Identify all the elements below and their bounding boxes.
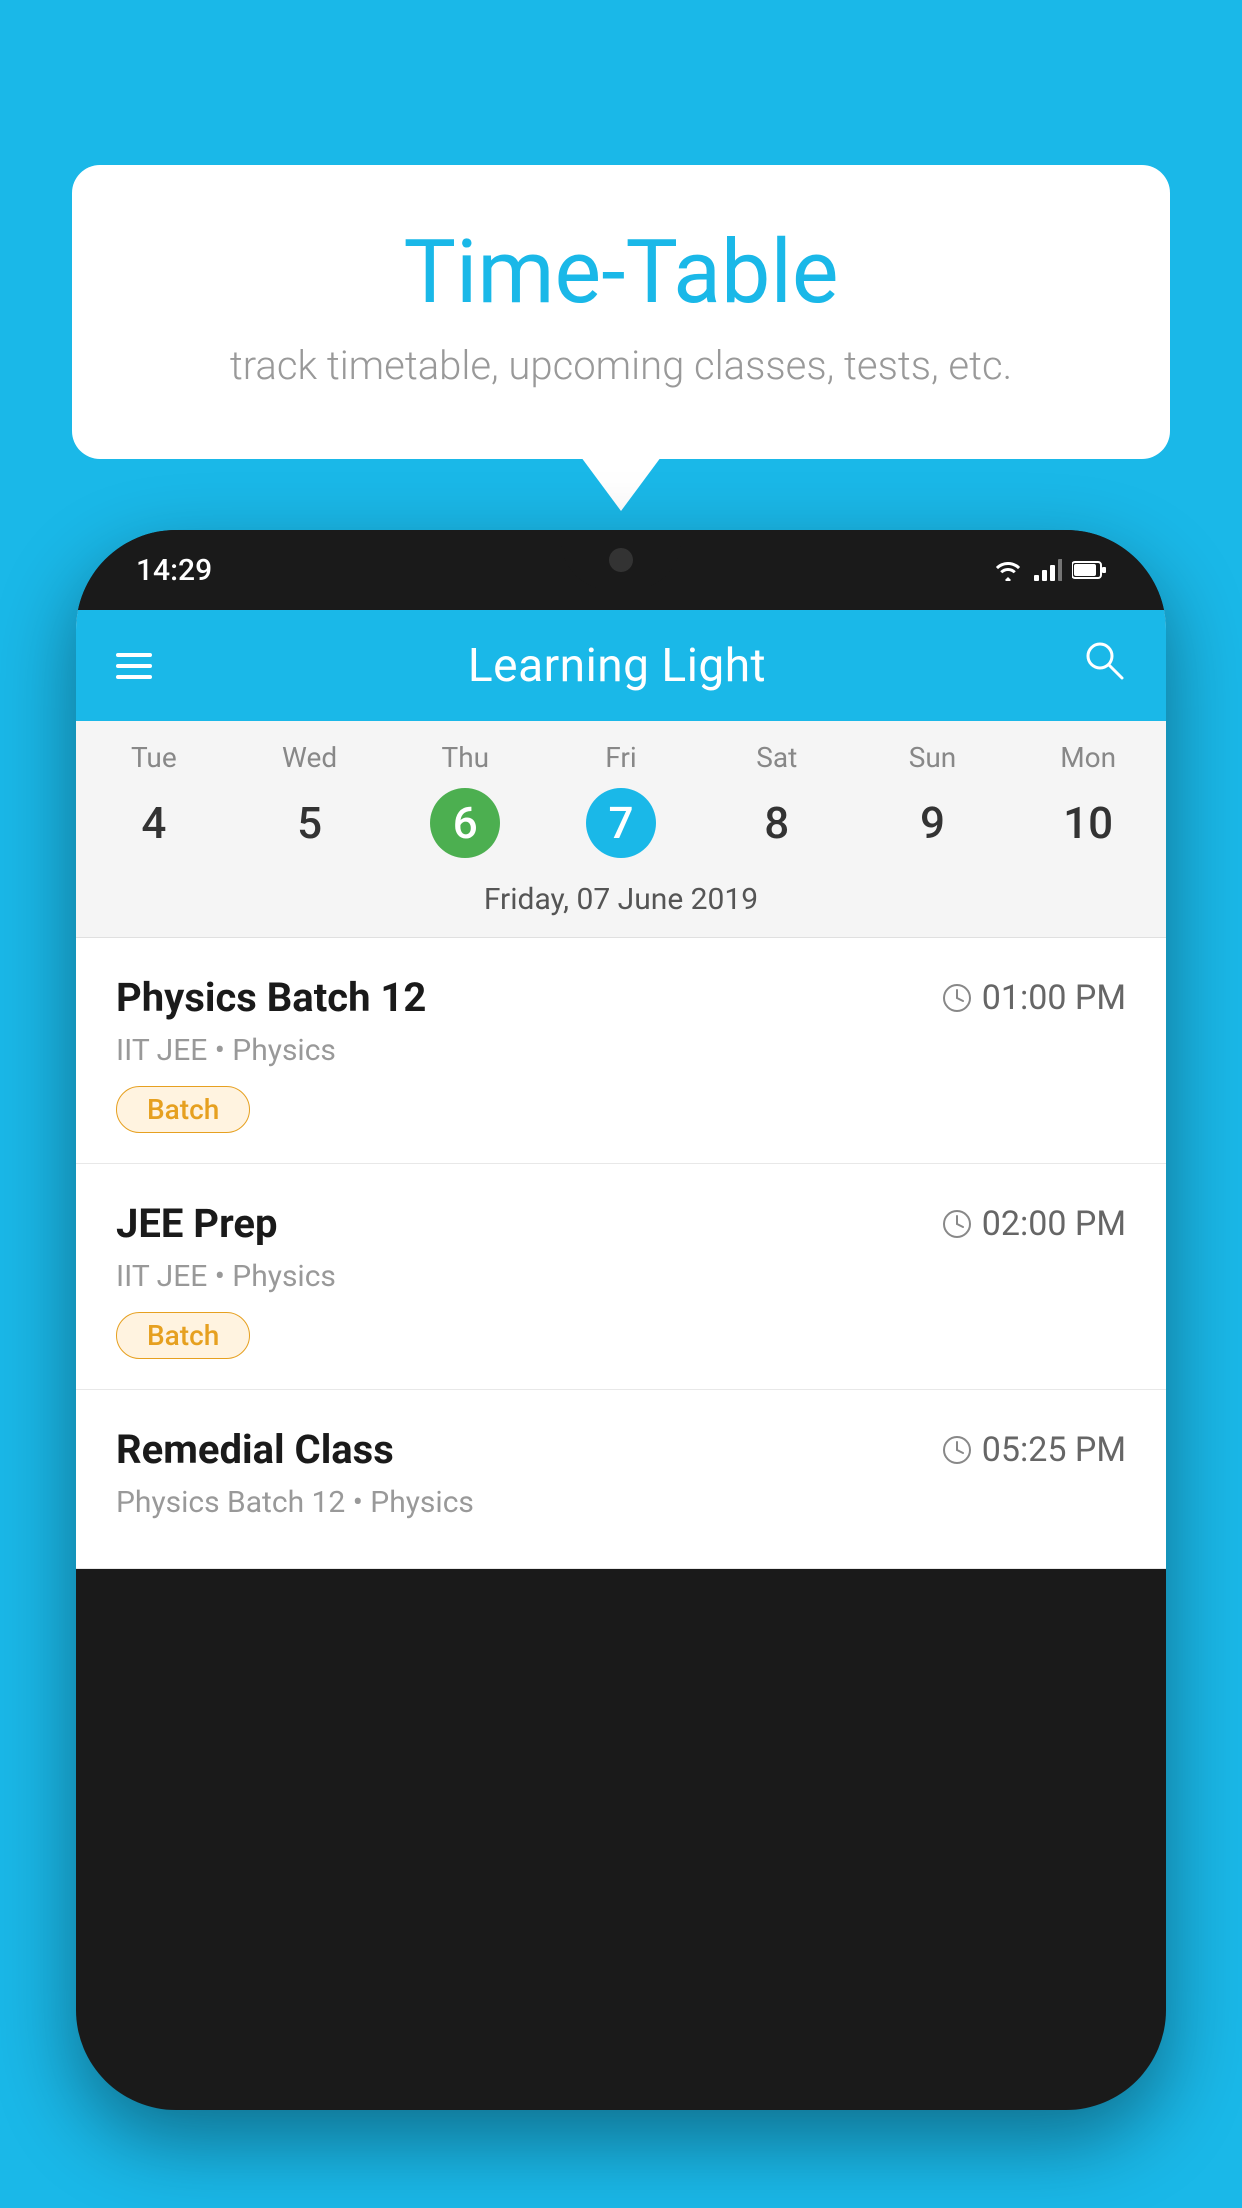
wifi-icon <box>992 559 1024 581</box>
day-name: Wed <box>232 741 388 774</box>
schedule-list: Physics Batch 12 01:00 PM IIT JEE • Physic… <box>76 938 1166 1569</box>
calendar-week-view: Tue 4 Wed 5 Thu 6 Fri 7 Sat 8 Sun 9 Mon 10 Friday, 07… <box>76 721 1166 938</box>
notch <box>561 530 681 590</box>
day-name: Thu <box>387 741 543 774</box>
schedule-item[interactable]: Physics Batch 12 01:00 PM IIT JEE • Physic… <box>76 938 1166 1164</box>
schedule-item-top-row: Physics Batch 12 01:00 PM <box>116 974 1126 1021</box>
hamburger-line-2 <box>116 664 152 668</box>
schedule-time: 02:00 PM <box>942 1204 1126 1244</box>
status-bar: 14:29 <box>76 530 1166 610</box>
week-day-col[interactable]: Sun 9 <box>855 741 1011 858</box>
week-day-col[interactable]: Wed 5 <box>232 741 388 858</box>
hamburger-line-1 <box>116 653 152 657</box>
hamburger-menu-button[interactable] <box>116 653 152 679</box>
schedule-item[interactable]: Remedial Class 05:25 PM Physics Batch 12 •… <box>76 1390 1166 1569</box>
week-day-col[interactable]: Tue 4 <box>76 741 232 858</box>
search-button[interactable] <box>1082 638 1126 693</box>
day-name: Fri <box>543 741 699 774</box>
day-name: Tue <box>76 741 232 774</box>
clock-icon <box>942 983 972 1013</box>
schedule-title: Physics Batch 12 <box>116 974 426 1021</box>
day-number[interactable]: 9 <box>897 788 967 858</box>
schedule-title: Remedial Class <box>116 1426 394 1473</box>
day-number[interactable]: 8 <box>742 788 812 858</box>
batch-tag: Batch <box>116 1086 250 1133</box>
selected-date-label: Friday, 07 June 2019 <box>76 868 1166 937</box>
schedule-subtitle: IIT JEE • Physics <box>116 1259 1126 1294</box>
hamburger-line-3 <box>116 675 152 679</box>
camera-dot <box>609 548 633 572</box>
day-name: Sat <box>699 741 855 774</box>
schedule-title: JEE Prep <box>116 1200 277 1247</box>
schedule-subtitle: Physics Batch 12 • Physics <box>116 1485 1126 1520</box>
bubble-subtitle: track timetable, upcoming classes, tests… <box>122 342 1120 389</box>
clock-icon <box>942 1435 972 1465</box>
day-number[interactable]: 4 <box>119 788 189 858</box>
clock-icon <box>942 1209 972 1239</box>
schedule-item-top-row: JEE Prep 02:00 PM <box>116 1200 1126 1247</box>
phone-frame: 14:29 <box>76 530 1166 2110</box>
speech-bubble-container: Time-Table track timetable, upcoming cla… <box>72 165 1170 459</box>
batch-tag: Batch <box>116 1312 250 1359</box>
battery-icon <box>1072 560 1106 580</box>
week-days-row: Tue 4 Wed 5 Thu 6 Fri 7 Sat 8 Sun 9 Mon 10 <box>76 721 1166 868</box>
day-number[interactable]: 5 <box>275 788 345 858</box>
schedule-item-top-row: Remedial Class 05:25 PM <box>116 1426 1126 1473</box>
phone-screen: Learning Light Tue4Wed5Thu6Fri7Sat8Sun9M… <box>76 610 1166 1569</box>
schedule-time: 01:00 PM <box>942 978 1126 1018</box>
week-day-col[interactable]: Fri 7 <box>543 741 699 858</box>
status-icons <box>992 559 1106 581</box>
day-name: Sun <box>855 741 1011 774</box>
week-day-col[interactable]: Thu 6 <box>387 741 543 858</box>
day-number[interactable]: 10 <box>1053 788 1123 858</box>
schedule-time: 05:25 PM <box>942 1430 1126 1470</box>
schedule-item[interactable]: JEE Prep 02:00 PM IIT JEE • Physics Batch <box>76 1164 1166 1390</box>
week-day-col[interactable]: Mon 10 <box>1010 741 1166 858</box>
day-number[interactable]: 7 <box>586 788 656 858</box>
speech-bubble: Time-Table track timetable, upcoming cla… <box>72 165 1170 459</box>
app-header: Learning Light <box>76 610 1166 721</box>
day-name: Mon <box>1010 741 1166 774</box>
signal-icon <box>1034 559 1062 581</box>
week-day-col[interactable]: Sat 8 <box>699 741 855 858</box>
phone-bottom-bar <box>76 1569 1166 1619</box>
schedule-subtitle: IIT JEE • Physics <box>116 1033 1126 1068</box>
phone-container: 14:29 <box>76 530 1166 2208</box>
status-time: 14:29 <box>136 553 212 588</box>
bubble-title: Time-Table <box>122 225 1120 322</box>
day-number[interactable]: 6 <box>430 788 500 858</box>
app-title: Learning Light <box>468 639 766 693</box>
